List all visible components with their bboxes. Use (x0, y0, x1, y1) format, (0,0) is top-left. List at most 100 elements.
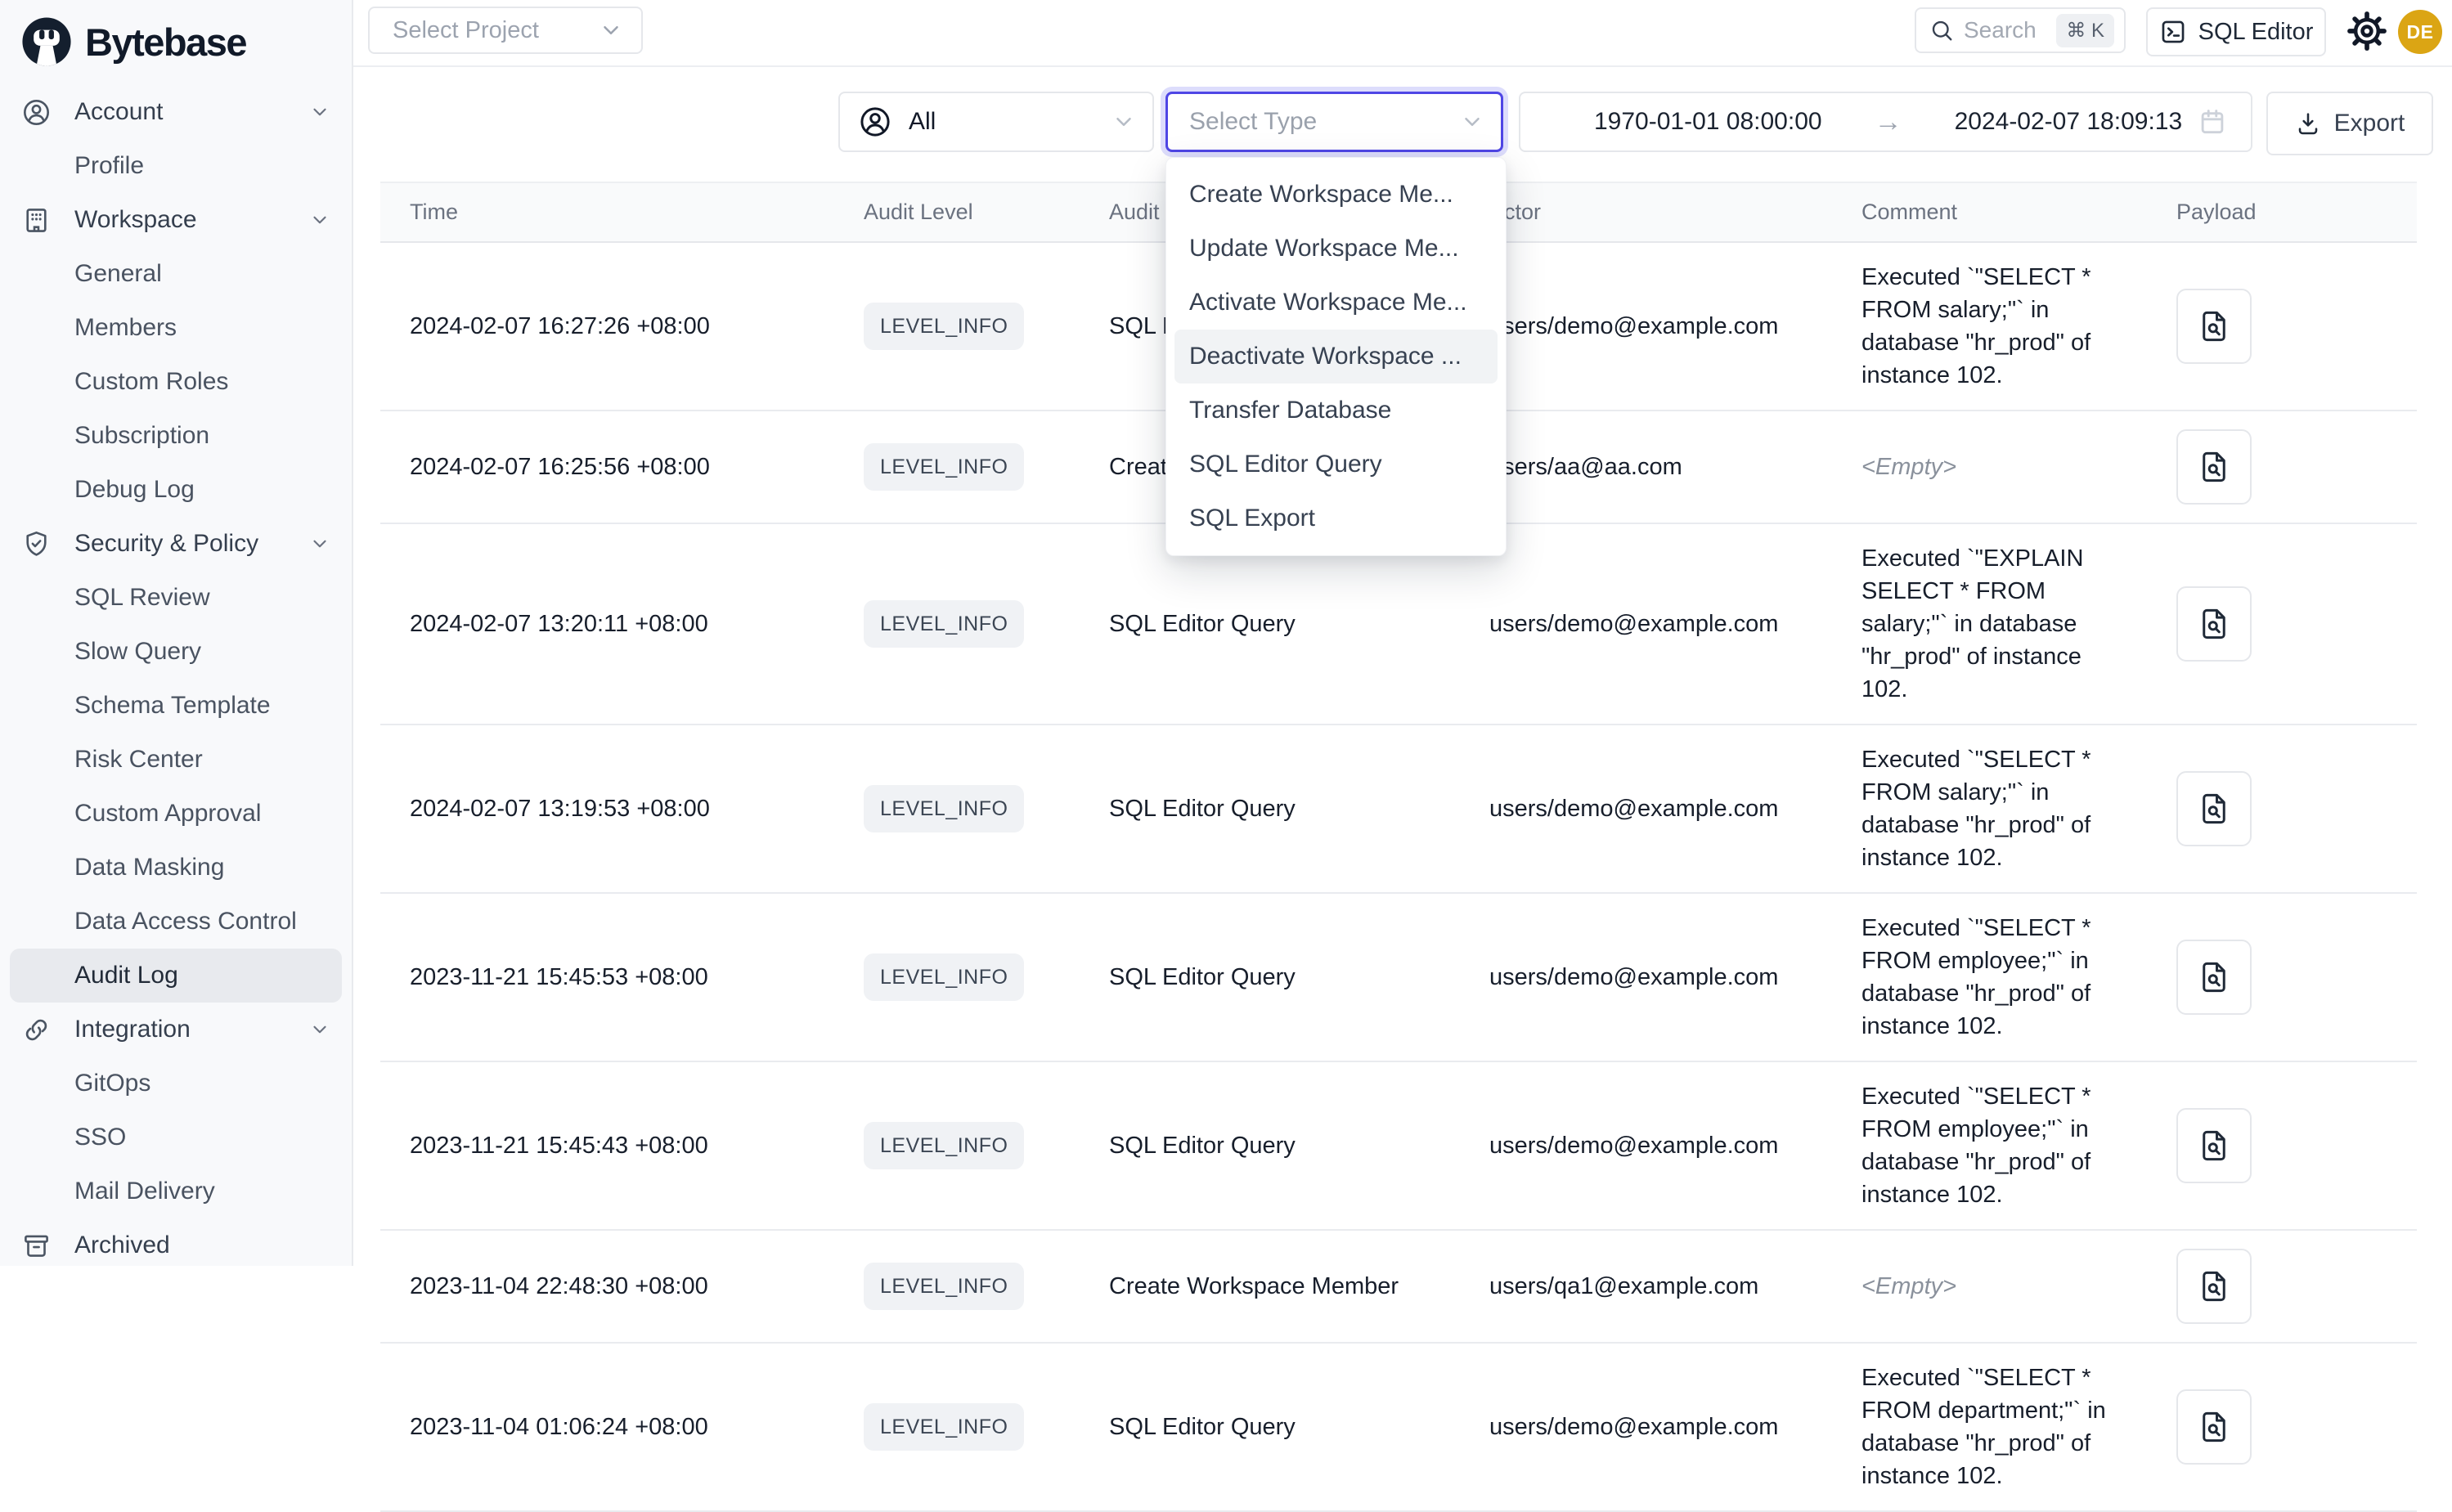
sidebar-item-label: Data Access Control (74, 908, 297, 935)
settings-gear-icon[interactable] (2346, 10, 2388, 52)
file-search-icon (2197, 960, 2231, 994)
sidebar-item[interactable]: General (10, 247, 342, 301)
sidebar-item[interactable]: Workspace (10, 193, 342, 247)
sidebar-item-label: Schema Template (74, 692, 271, 720)
search-placeholder: Search (1964, 17, 2037, 43)
sidebar-item[interactable]: Data Masking (10, 841, 342, 895)
cell-audit-level: LEVEL_INFO (834, 285, 1080, 368)
sidebar-item[interactable]: GitOps (10, 1057, 342, 1110)
payload-view-button[interactable] (2176, 429, 2252, 505)
sidebar-item[interactable]: Audit Log (10, 949, 342, 1003)
cell-audit-level: LEVEL_INFO (834, 935, 1080, 1019)
sidebar-item-label: Mail Delivery (74, 1178, 215, 1205)
sidebar-item[interactable]: Custom Approval (10, 787, 342, 841)
sidebar-item-label: General (74, 260, 162, 288)
cell-comment: Executed `"SELECT * FROM employee;"` in … (1832, 1062, 2147, 1229)
bytebase-mascot-icon (20, 15, 74, 69)
type-menu-item[interactable]: Activate Workspace Me... (1174, 276, 1498, 330)
sidebar-item[interactable]: Risk Center (10, 733, 342, 787)
cell-comment: <Empty> (1832, 1252, 2147, 1321)
project-select[interactable]: Select Project (368, 7, 643, 54)
type-menu-item[interactable]: SQL Editor Query (1174, 437, 1498, 491)
date-start-value: 1970-01-01 08:00:00 (1594, 108, 1822, 136)
user-circle-icon (858, 105, 892, 139)
payload-view-button[interactable] (2176, 1249, 2252, 1324)
payload-view-button[interactable] (2176, 1389, 2252, 1465)
sql-editor-label: SQL Editor (2198, 19, 2314, 46)
date-end-value: 2024-02-07 18:09:13 (1955, 108, 2183, 136)
cell-payload (2147, 568, 2417, 680)
sidebar-item[interactable]: SQL Review (10, 571, 342, 625)
sidebar-item[interactable]: Account (10, 85, 342, 139)
sidebar-item-label: SQL Review (74, 584, 210, 612)
main-content: Select Project Search ⌘ K SQL Editor DE … (353, 0, 2452, 1266)
sidebar-item[interactable]: Integration (10, 1003, 342, 1057)
sidebar-item[interactable]: Slow Query (10, 625, 342, 679)
type-filter-select[interactable]: Select Type (1165, 92, 1503, 152)
payload-view-button[interactable] (2176, 771, 2252, 846)
sidebar-item[interactable]: Custom Roles (10, 355, 342, 409)
cell-payload (2147, 753, 2417, 864)
cell-time: 2023-11-21 15:45:53 +08:00 (380, 943, 834, 1012)
sidebar-item[interactable]: Debug Log (10, 463, 342, 517)
cell-payload (2147, 411, 2417, 523)
brand-name: Bytebase (85, 20, 246, 65)
table-row: 2023-11-21 15:45:43 +08:00 LEVEL_INFO SQ… (380, 1062, 2417, 1231)
level-badge: LEVEL_INFO (864, 600, 1024, 648)
cell-actor: users/demo@example.com (1460, 590, 1832, 658)
cell-comment: Executed `"SELECT * FROM salary;"` in da… (1832, 725, 2147, 892)
cell-time: 2023-11-04 22:48:30 +08:00 (380, 1252, 834, 1321)
sidebar-item-label: GitOps (74, 1070, 150, 1097)
level-badge: LEVEL_INFO (864, 443, 1024, 491)
sidebar-item-icon (21, 529, 52, 559)
type-menu-item[interactable]: Deactivate Workspace ... (1174, 330, 1498, 384)
sidebar-item-label: Debug Log (74, 476, 195, 504)
sidebar-item-label: Profile (74, 152, 144, 180)
brand-logo[interactable]: Bytebase (0, 0, 352, 74)
cell-actor: users/demo@example.com (1460, 292, 1832, 361)
sidebar-item-label: Data Masking (74, 854, 224, 882)
cell-payload (2147, 271, 2417, 382)
sidebar-item[interactable]: Data Access Control (10, 895, 342, 949)
type-menu-item[interactable]: Update Workspace Me... (1174, 222, 1498, 276)
date-range-picker[interactable]: 1970-01-01 08:00:00 → 2024-02-07 18:09:1… (1519, 92, 2252, 152)
payload-view-button[interactable] (2176, 1108, 2252, 1183)
user-avatar[interactable]: DE (2398, 10, 2442, 54)
sidebar-item[interactable]: Members (10, 301, 342, 355)
actor-filter-select[interactable]: All (838, 92, 1154, 152)
table-column-header: Time (380, 183, 834, 241)
cell-audit-type: Create Workspace Member (1080, 1252, 1460, 1321)
type-menu-item[interactable]: Create Workspace Me... (1174, 168, 1498, 222)
sidebar-item[interactable]: Security & Policy (10, 517, 342, 571)
payload-view-button[interactable] (2176, 940, 2252, 1015)
sidebar-item[interactable]: Profile (10, 139, 342, 193)
file-search-icon (2197, 792, 2231, 826)
sidebar-item[interactable]: Mail Delivery (10, 1164, 342, 1218)
sql-editor-button[interactable]: SQL Editor (2146, 7, 2326, 56)
cell-audit-level: LEVEL_INFO (834, 767, 1080, 850)
sidebar-item-label: Account (74, 98, 163, 126)
level-badge: LEVEL_INFO (864, 953, 1024, 1001)
payload-view-button[interactable] (2176, 289, 2252, 364)
type-menu-item[interactable]: SQL Export (1174, 491, 1498, 545)
type-menu-item[interactable]: Transfer Database (1174, 384, 1498, 437)
table-column-header: Audit Level (834, 183, 1080, 241)
sidebar-item-icon (21, 1231, 52, 1261)
search-input[interactable]: Search ⌘ K (1915, 7, 2126, 53)
terminal-icon (2159, 18, 2187, 46)
cell-audit-level: LEVEL_INFO (834, 425, 1080, 509)
sidebar-item[interactable]: Archived (10, 1218, 342, 1272)
cell-actor: users/demo@example.com (1460, 1111, 1832, 1180)
sidebar-item[interactable]: SSO (10, 1110, 342, 1164)
cell-audit-level: LEVEL_INFO (834, 1385, 1080, 1469)
cell-actor: users/demo@example.com (1460, 1393, 1832, 1461)
sidebar-item[interactable]: Schema Template (10, 679, 342, 733)
sidebar-item[interactable]: Subscription (10, 409, 342, 463)
payload-view-button[interactable] (2176, 586, 2252, 662)
export-button[interactable]: Export (2266, 92, 2433, 155)
cell-audit-type: SQL Editor Query (1080, 1393, 1460, 1461)
sidebar-item-icon (21, 205, 52, 236)
chevron-down-icon (1111, 110, 1136, 134)
chevron-down-icon (1460, 110, 1484, 134)
file-search-icon (2197, 607, 2231, 641)
